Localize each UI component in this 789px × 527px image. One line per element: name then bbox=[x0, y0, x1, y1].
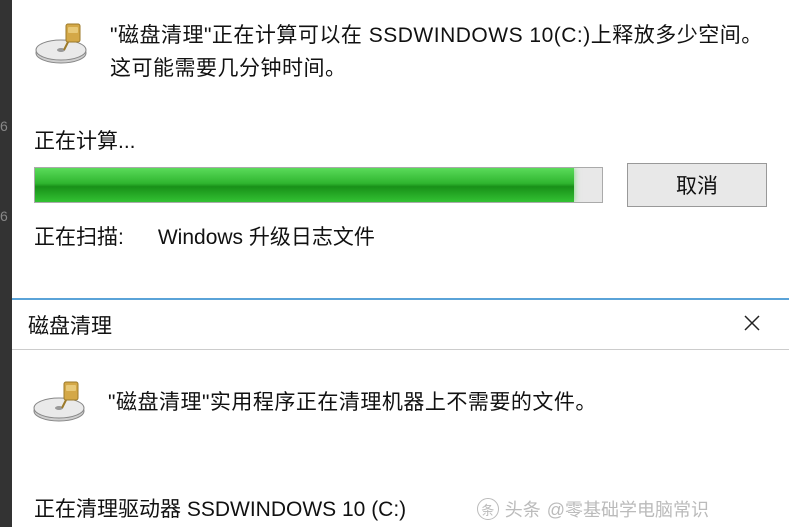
watermark-prefix: 头条 bbox=[505, 496, 541, 522]
disk-cleanup-calculating-dialog: "磁盘清理"正在计算可以在 SSDWINDOWS 10(C:)上释放多少空间。这… bbox=[12, 0, 789, 298]
left-edge-strip bbox=[0, 0, 12, 527]
calculating-message: "磁盘清理"正在计算可以在 SSDWINDOWS 10(C:)上释放多少空间。这… bbox=[110, 20, 767, 85]
left-mark-1: 6 bbox=[0, 118, 10, 134]
watermark: 条 头条 @零基础学电脑常识 bbox=[477, 496, 709, 522]
progress-fill bbox=[35, 168, 574, 202]
watermark-text: @零基础学电脑常识 bbox=[547, 496, 709, 522]
cancel-button[interactable]: 取消 bbox=[627, 163, 767, 207]
disk-cleanup-icon bbox=[32, 378, 90, 429]
scanning-target: Windows 升级日志文件 bbox=[158, 221, 375, 251]
dialog-titlebar: 磁盘清理 bbox=[10, 300, 789, 350]
disk-cleanup-cleaning-dialog: 磁盘清理 "磁盘清理"实用程序正在清理机器 bbox=[10, 298, 789, 449]
toutiao-icon: 条 bbox=[477, 498, 499, 520]
progress-bar bbox=[34, 167, 603, 203]
dialog-title: 磁盘清理 bbox=[28, 310, 112, 340]
disk-cleanup-icon bbox=[34, 20, 92, 71]
scanning-label: 正在扫描: bbox=[34, 221, 124, 251]
left-mark-2: 6 bbox=[0, 208, 10, 224]
close-button[interactable] bbox=[733, 306, 771, 344]
bottom-partial-text: 正在清理驱动器 SSDWINDOWS 10 (C:) bbox=[34, 493, 406, 523]
calculating-label: 正在计算... bbox=[34, 125, 767, 155]
cleaning-message: "磁盘清理"实用程序正在清理机器上不需要的文件。 bbox=[108, 387, 597, 420]
close-icon bbox=[743, 311, 761, 339]
